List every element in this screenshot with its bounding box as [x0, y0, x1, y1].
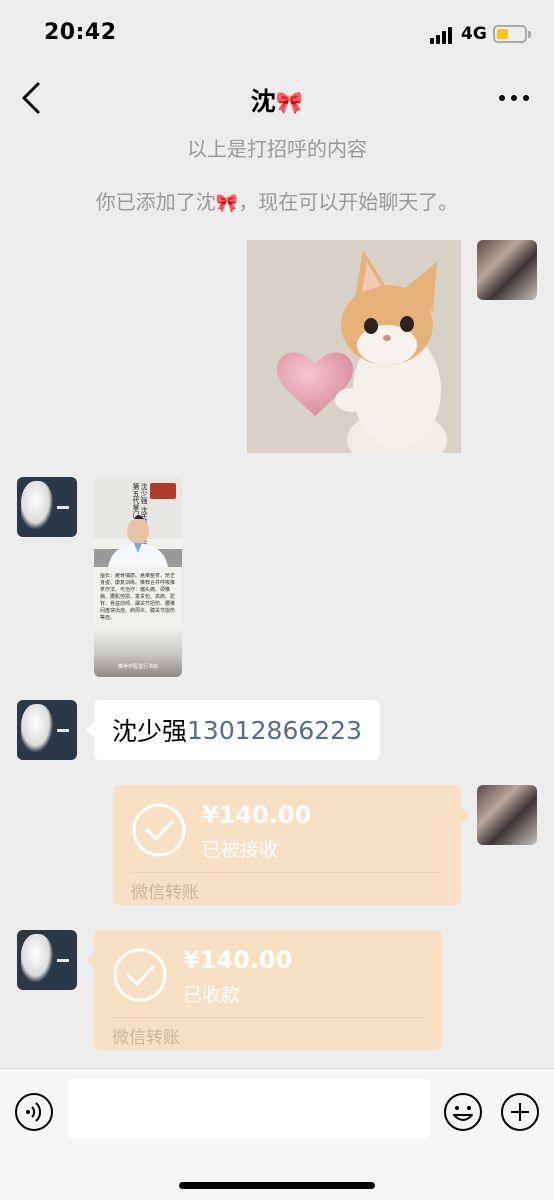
system-note-greeting: 以上是打招呼的内容: [187, 137, 367, 161]
more-button[interactable]: [496, 84, 532, 112]
status-bar: 20:42 4G: [0, 0, 554, 68]
transfer-footer: 微信转账: [112, 1028, 180, 1048]
plus-icon: [501, 1093, 539, 1131]
emoji-button[interactable]: [443, 1092, 483, 1132]
transfer-divider: [112, 1017, 424, 1018]
profile-poster-image[interactable]: 沈少强 沈氏推骨复位术 第五代掌门人 擅长：腰骨抽筋、悬推整脊、矫正身姿、康复训…: [94, 477, 182, 677]
ellipsis-icon: [499, 95, 529, 101]
bow-emoji: 🎀: [215, 193, 239, 214]
system-note-added: 你已添加了沈🎀，现在可以开始聊天了。: [0, 186, 554, 215]
check-circle-icon: [132, 803, 186, 857]
voice-button[interactable]: [14, 1092, 54, 1132]
avatar-contact[interactable]: [17, 700, 77, 760]
transfer-amount: ¥140.00: [202, 801, 312, 829]
cat-heart-image: [247, 240, 461, 453]
battery-icon: [493, 25, 531, 43]
emoji-icon: [444, 1093, 482, 1131]
check-circle-icon: [113, 948, 167, 1002]
bow-emoji: 🎀: [275, 91, 304, 116]
poster-doctor-photo: [94, 515, 182, 567]
chat-title: 沈🎀: [0, 82, 554, 118]
avatar-self[interactable]: [477, 785, 537, 845]
poster-line: 沈少强: [140, 483, 148, 504]
voice-icon: [15, 1093, 53, 1131]
nav-bar: 沈🎀: [0, 68, 554, 128]
transfer-amount: ¥140.00: [183, 946, 293, 974]
system-note-added-suffix: ，现在可以开始聊天了。: [238, 190, 459, 214]
network-type: 4G: [461, 24, 487, 44]
status-time: 20:42: [44, 20, 117, 45]
poster-footer: 推骨中医堂行书城: [117, 664, 158, 670]
message-name: 沈少强: [112, 717, 188, 746]
poster-seal: [150, 483, 176, 499]
chat-title-name: 沈: [250, 87, 276, 116]
signal-icon: [430, 26, 454, 44]
message-input[interactable]: [68, 1079, 430, 1139]
avatar-contact[interactable]: [17, 930, 77, 990]
text-message-bubble[interactable]: 沈少强 13012866223: [86, 700, 380, 760]
phone-number-link[interactable]: 13012866223: [187, 716, 362, 745]
home-indicator[interactable]: [179, 1182, 375, 1189]
avatar-self[interactable]: [477, 240, 537, 300]
system-note-added-prefix: 你已添加了沈: [95, 190, 216, 214]
transfer-footer: 微信转账: [131, 883, 199, 903]
transfer-status: 已收款: [183, 984, 241, 1006]
more-actions-button[interactable]: [500, 1092, 540, 1132]
transfer-card-received[interactable]: ¥140.00 已收款 微信转账: [86, 930, 442, 1050]
input-bar: [0, 1068, 554, 1200]
transfer-status: 已被接收: [202, 839, 279, 861]
transfer-divider: [131, 872, 443, 873]
avatar-contact[interactable]: [17, 477, 77, 537]
transfer-card-sent[interactable]: ¥140.00 已被接收 微信转账: [113, 785, 469, 905]
cat-heart-sticker[interactable]: [247, 240, 461, 453]
